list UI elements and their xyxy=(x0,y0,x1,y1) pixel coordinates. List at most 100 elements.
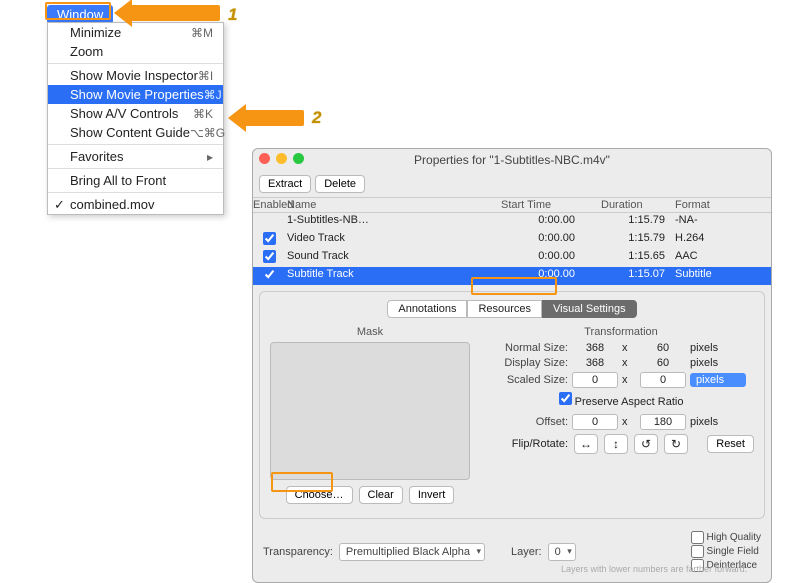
window-title-text: Properties for "1-Subtitles-NBC.m4v" xyxy=(414,153,610,167)
menu-shortcut: ⌘I xyxy=(198,69,213,83)
invert-mask-button[interactable]: Invert xyxy=(409,486,455,504)
scaled-unit-select[interactable]: pixels xyxy=(690,373,746,387)
normal-width: 368 xyxy=(572,342,618,354)
preserve-aspect-text: Preserve Aspect Ratio xyxy=(575,396,684,408)
layer-stepper[interactable]: 0 xyxy=(548,543,576,561)
delete-button[interactable]: Delete xyxy=(315,175,365,193)
col-format: Format xyxy=(675,199,765,211)
flip-horizontal-icon[interactable]: ↔ xyxy=(574,434,598,454)
track-row[interactable]: 1-Subtitles-NB… 0:00.00 1:15.79 -NA- xyxy=(253,213,771,231)
zoom-icon[interactable] xyxy=(293,153,304,164)
menu-separator xyxy=(48,168,223,169)
transformation-section-label: Transformation xyxy=(488,326,754,338)
display-height: 60 xyxy=(640,357,686,369)
menu-item-label: Show A/V Controls xyxy=(70,106,178,121)
menu-shortcut: ⌘J xyxy=(204,88,222,102)
offset-x-input[interactable]: 0 xyxy=(572,414,618,430)
submenu-indicator-icon: ▸ xyxy=(207,150,213,164)
track-row[interactable]: Sound Track 0:00.00 1:15.65 AAC xyxy=(253,249,771,267)
extract-button[interactable]: Extract xyxy=(259,175,311,193)
menu-show-av[interactable]: Show A/V Controls ⌘K xyxy=(48,104,223,123)
minimize-icon[interactable] xyxy=(276,153,287,164)
preserve-aspect-label[interactable]: Preserve Aspect Ratio xyxy=(559,396,684,408)
track-row[interactable]: Video Track 0:00.00 1:15.79 H.264 xyxy=(253,231,771,249)
unit-label: pixels xyxy=(690,416,746,428)
track-name: Subtitle Track xyxy=(287,268,485,284)
menu-item-label: Show Movie Inspector xyxy=(70,68,198,83)
scaled-height-input[interactable]: 0 xyxy=(640,372,686,388)
menu-item-label: combined.mov xyxy=(70,197,155,212)
offset-label: Offset: xyxy=(488,416,568,428)
menu-bring-front[interactable]: Bring All to Front xyxy=(48,171,223,190)
menu-favorites[interactable]: Favorites ▸ xyxy=(48,147,223,166)
annotation-number: 2 xyxy=(312,108,321,128)
preserve-aspect-checkbox[interactable] xyxy=(559,392,572,405)
annotation-arrow-icon xyxy=(130,5,220,21)
enable-checkbox[interactable] xyxy=(263,268,276,281)
high-quality-option[interactable]: High Quality xyxy=(691,531,761,544)
reset-button[interactable]: Reset xyxy=(707,435,754,453)
choose-mask-button[interactable]: Choose… xyxy=(286,486,353,504)
track-name: Video Track xyxy=(287,232,485,248)
tab-visual-settings[interactable]: Visual Settings xyxy=(542,300,637,318)
menu-doc-combined[interactable]: combined.mov xyxy=(48,195,223,214)
clear-mask-button[interactable]: Clear xyxy=(359,486,403,504)
track-duration: 1:15.79 xyxy=(585,214,675,230)
track-duration: 1:15.65 xyxy=(585,250,675,266)
enable-checkbox[interactable] xyxy=(263,250,276,263)
x-label: x xyxy=(622,416,636,428)
menu-show-content-guide[interactable]: Show Content Guide ⌥⌘G xyxy=(48,123,223,142)
track-start: 0:00.00 xyxy=(485,250,585,266)
x-label: x xyxy=(622,374,636,386)
window-titlebar[interactable]: Properties for "1-Subtitles-NBC.m4v" xyxy=(253,149,771,171)
rotate-cw-icon[interactable]: ↻ xyxy=(664,434,688,454)
menu-item-label: Bring All to Front xyxy=(70,173,166,188)
menu-separator xyxy=(48,192,223,193)
settings-panel: Annotations Resources Visual Settings Ma… xyxy=(259,291,765,519)
tab-resources[interactable]: Resources xyxy=(467,300,542,318)
panel-tabs: Annotations Resources Visual Settings xyxy=(270,300,754,318)
track-row-selected[interactable]: Subtitle Track 0:00.00 1:15.07 Subtitle xyxy=(253,267,771,285)
display-width: 368 xyxy=(572,357,618,369)
x-label: x xyxy=(622,357,636,369)
layer-label: Layer: xyxy=(511,546,542,558)
single-field-option[interactable]: Single Field xyxy=(691,545,761,558)
transparency-label: Transparency: xyxy=(263,546,333,558)
track-format: AAC xyxy=(675,250,765,266)
col-name: Name xyxy=(287,199,485,211)
col-duration: Duration xyxy=(585,199,675,211)
annotation-number: 1 xyxy=(228,5,237,25)
hq-checkbox[interactable] xyxy=(691,531,704,544)
flip-vertical-icon[interactable]: ↕ xyxy=(604,434,628,454)
menu-minimize[interactable]: Minimize ⌘M xyxy=(48,23,223,42)
menu-zoom[interactable]: Zoom xyxy=(48,42,223,61)
enable-checkbox[interactable] xyxy=(263,232,276,245)
menu-item-label: Zoom xyxy=(70,44,103,59)
track-start: 0:00.00 xyxy=(485,232,585,248)
menu-shortcut: ⌘K xyxy=(193,107,213,121)
display-size-label: Display Size: xyxy=(488,357,568,369)
track-name: 1-Subtitles-NB… xyxy=(287,214,485,230)
annotation-arrow-icon xyxy=(244,110,304,126)
menu-show-properties[interactable]: Show Movie Properties ⌘J xyxy=(48,85,223,104)
properties-window: Properties for "1-Subtitles-NBC.m4v" Ext… xyxy=(252,148,772,583)
offset-y-input[interactable]: 180 xyxy=(640,414,686,430)
menu-show-inspector[interactable]: Show Movie Inspector ⌘I xyxy=(48,66,223,85)
menu-shortcut: ⌘M xyxy=(191,26,213,40)
menu-item-label: Favorites xyxy=(70,149,123,164)
track-duration: 1:15.07 xyxy=(585,268,675,284)
col-enabled: Enabled xyxy=(253,199,287,211)
sf-checkbox[interactable] xyxy=(691,545,704,558)
x-label: x xyxy=(622,342,636,354)
flip-label: Flip/Rotate: xyxy=(488,438,568,450)
close-icon[interactable] xyxy=(259,153,270,164)
col-start: Start Time xyxy=(485,199,585,211)
scaled-width-input[interactable]: 0 xyxy=(572,372,618,388)
transparency-select[interactable]: Premultiplied Black Alpha xyxy=(339,543,485,561)
tab-annotations[interactable]: Annotations xyxy=(387,300,467,318)
track-start: 0:00.00 xyxy=(485,268,585,284)
rotate-ccw-icon[interactable]: ↺ xyxy=(634,434,658,454)
track-format: H.264 xyxy=(675,232,765,248)
menu-separator xyxy=(48,63,223,64)
menu-item-label: Show Movie Properties xyxy=(70,87,204,102)
